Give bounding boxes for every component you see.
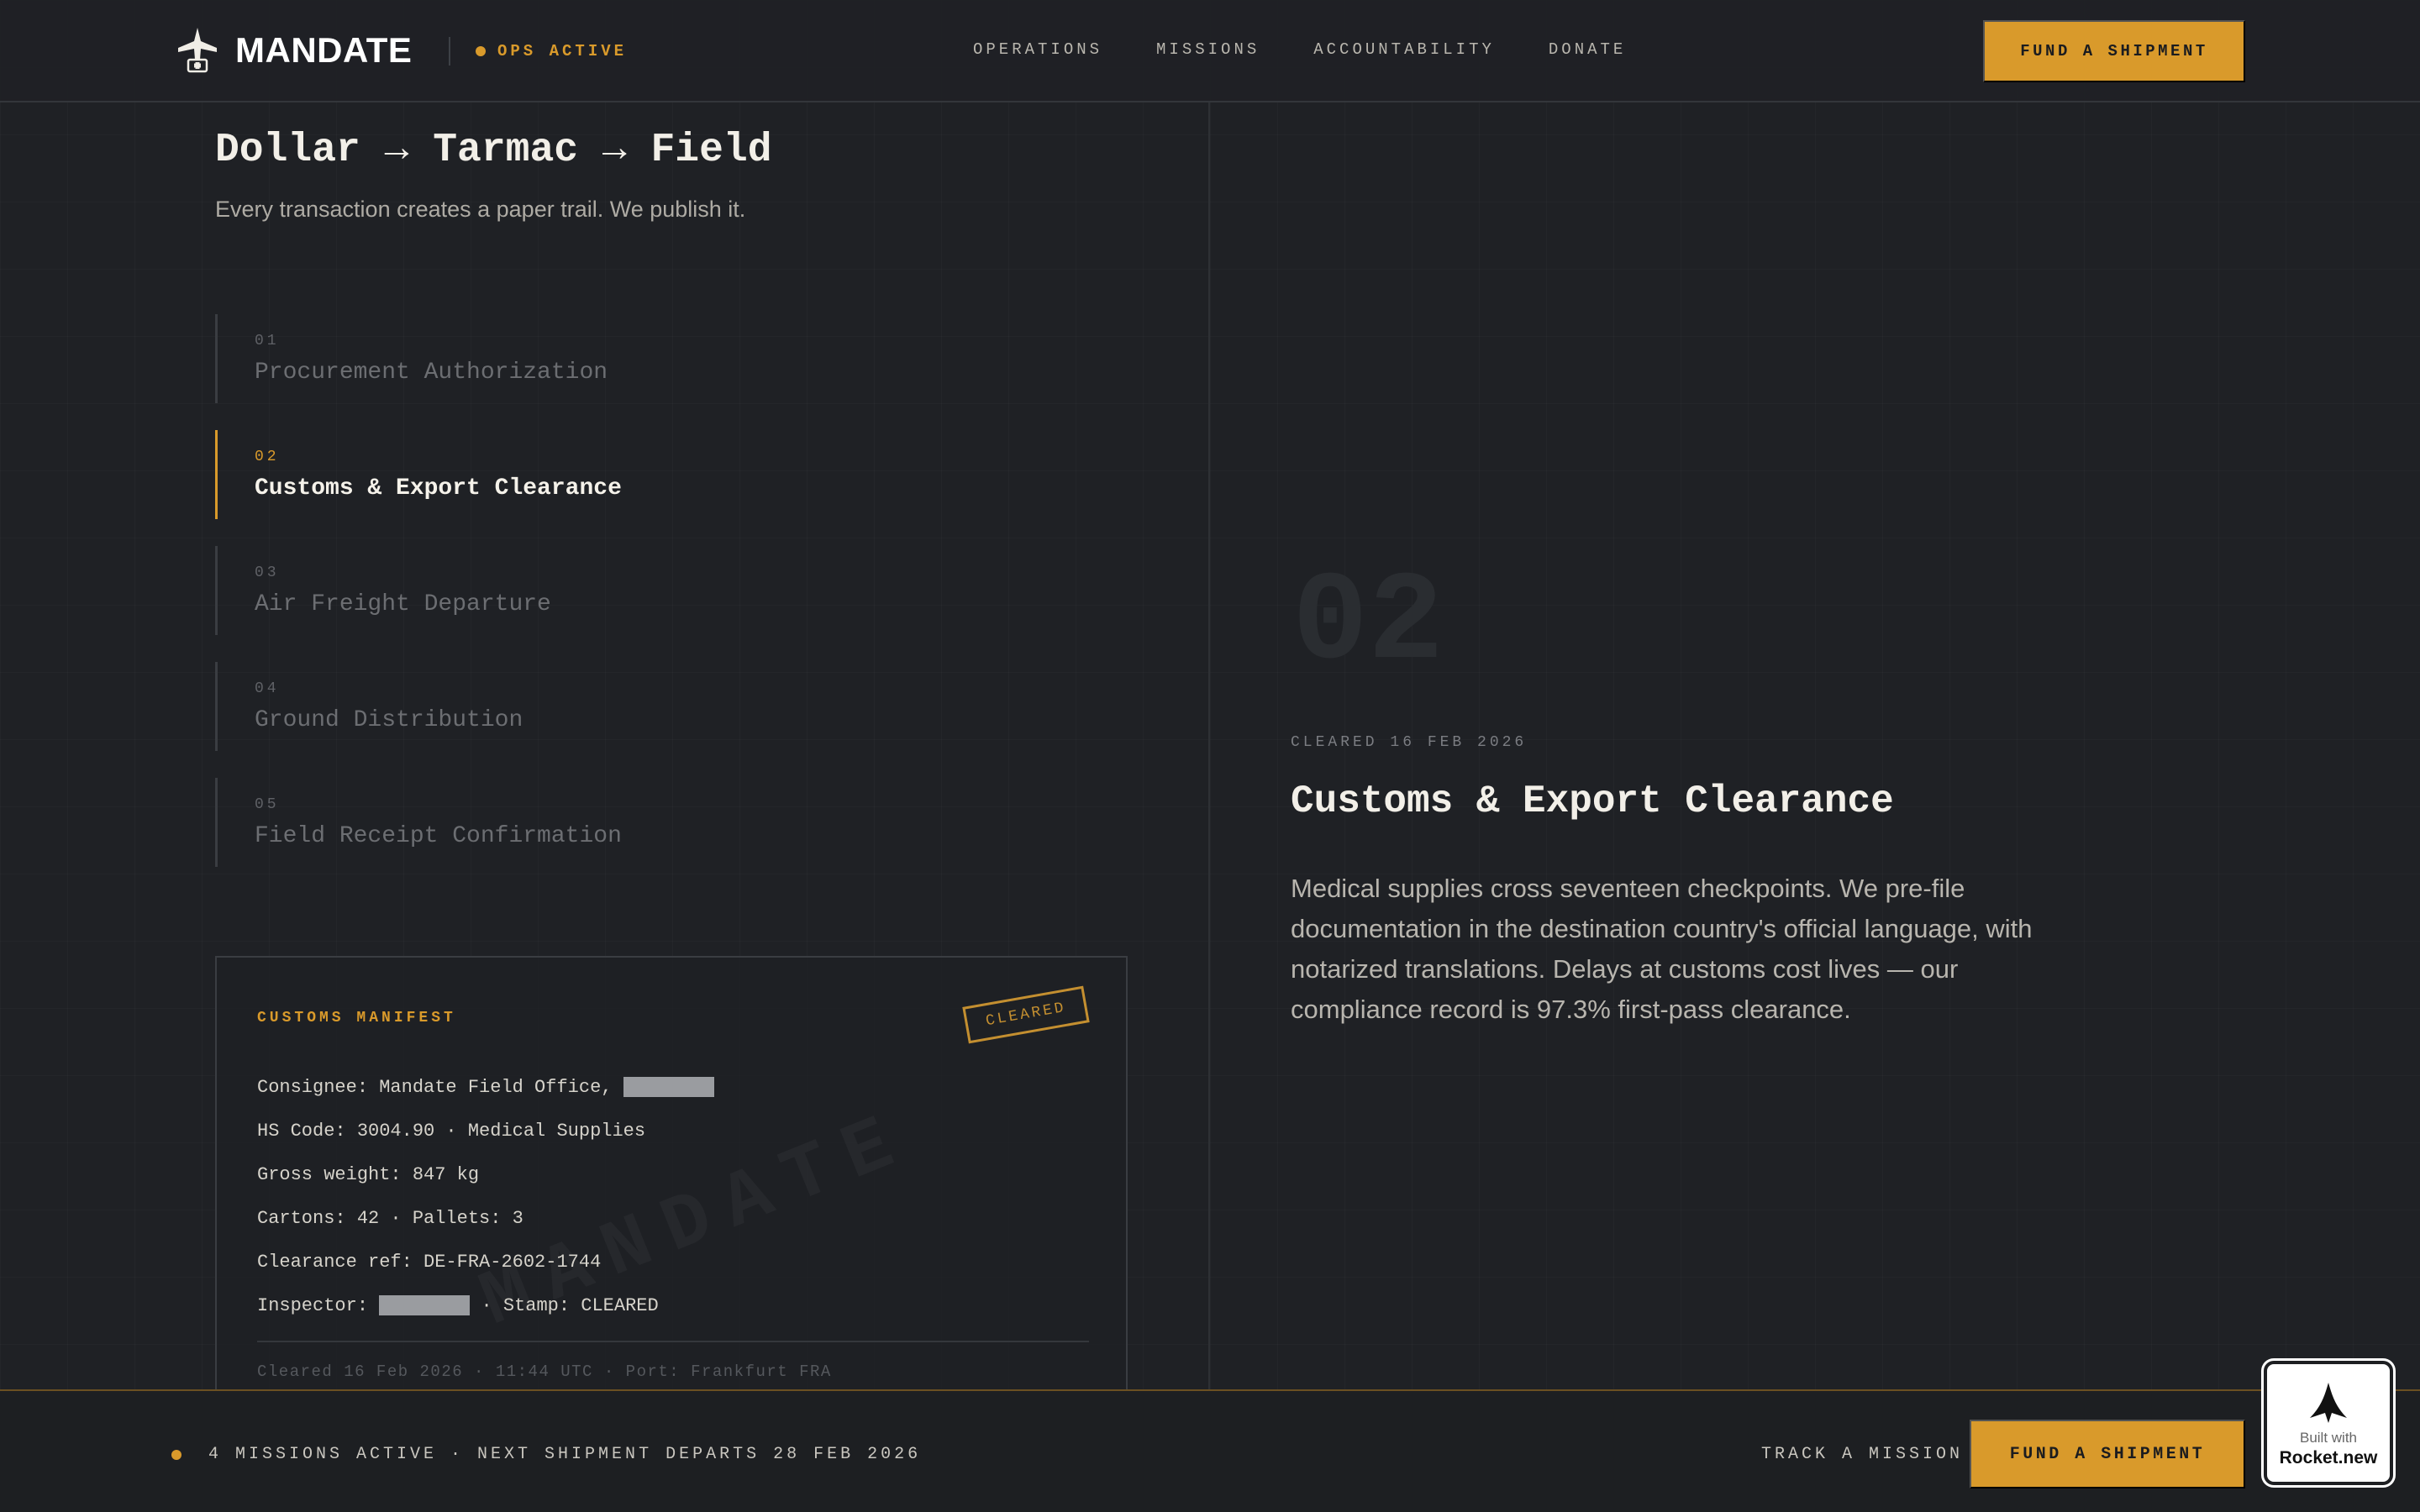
manifest-gross-weight: Gross weight: 847 kg [257, 1163, 480, 1185]
status-dot-icon [171, 1449, 182, 1460]
page-title: Dollar → Tarmac → Field [215, 128, 772, 173]
step-procurement[interactable]: 01 Procurement Authorization [215, 314, 1139, 403]
column-divider [1208, 102, 1210, 1389]
fund-shipment-bottom-button[interactable]: FUND A SHIPMENT [1970, 1420, 2245, 1488]
badge-caption: Built with [2299, 1430, 2358, 1446]
rocket-icon [2310, 1383, 2347, 1423]
process-steps: 01 Procurement Authorization 02 Customs … [215, 314, 1139, 894]
step-number: 01 [255, 333, 280, 349]
manifest-cartons: Cartons: 42 · Pallets: 3 [257, 1207, 523, 1229]
cleared-stamp: CLEARED [962, 985, 1090, 1044]
step-big-number: 02 [1292, 553, 1444, 696]
track-mission-link[interactable]: TRACK A MISSION [1761, 1445, 1963, 1464]
step-label: Ground Distribution [255, 707, 523, 733]
missions-status-text: 4 MISSIONS ACTIVE · NEXT SHIPMENT DEPART… [208, 1445, 922, 1464]
aid-plane-icon [178, 28, 217, 73]
step-number: 02 [255, 449, 280, 465]
nav-operations[interactable]: OPERATIONS [973, 40, 1102, 59]
step-ground-distribution[interactable]: 04 Ground Distribution [215, 662, 1139, 751]
detail-title: Customs & Export Clearance [1291, 780, 1894, 823]
brand-name: MANDATE [235, 30, 413, 70]
status-dot-icon [476, 46, 486, 56]
step-field-receipt[interactable]: 05 Field Receipt Confirmation [215, 778, 1139, 867]
badge-brand: Rocket.new [2279, 1448, 2378, 1467]
logo[interactable]: MANDATE [176, 25, 412, 76]
manifest-title: CUSTOMS MANIFEST [257, 1010, 456, 1026]
ops-status: OPS ACTIVE [449, 37, 627, 66]
consignee-text: Consignee: Mandate Field Office, [257, 1076, 613, 1098]
cleared-date: CLEARED 16 FEB 2026 [1291, 734, 1528, 751]
detail-body: Medical supplies cross seventeen checkpo… [1291, 874, 2033, 1024]
manifest-footer: Cleared 16 Feb 2026 · 11:44 UTC · Port: … [257, 1362, 832, 1381]
redacted-block [623, 1077, 714, 1097]
missions-status: 4 MISSIONS ACTIVE · NEXT SHIPMENT DEPART… [171, 1445, 921, 1464]
step-number: 04 [255, 680, 280, 697]
manifest-inspector: Inspector: · Stamp: CLEARED [257, 1284, 714, 1327]
bottom-bar: 4 MISSIONS ACTIVE · NEXT SHIPMENT DEPART… [0, 1389, 2420, 1512]
built-with-rocket-badge[interactable]: Built with Rocket.new [2264, 1361, 2393, 1485]
step-label: Field Receipt Confirmation [255, 823, 622, 849]
step-customs[interactable]: 02 Customs & Export Clearance [215, 430, 1139, 519]
manifest-hs-code: HS Code: 3004.90 · Medical Supplies [257, 1120, 646, 1142]
step-label: Air Freight Departure [255, 591, 551, 617]
manifest-lines: Consignee: Mandate Field Office, HS Code… [257, 1065, 714, 1327]
manifest-divider [257, 1341, 1089, 1342]
site-header: MANDATE OPS ACTIVE OPERATIONS MISSIONS A… [0, 0, 2420, 102]
manifest-consignee: Consignee: Mandate Field Office, [257, 1065, 714, 1109]
page-subtitle: Every transaction creates a paper trail.… [215, 197, 746, 222]
step-air-freight[interactable]: 03 Air Freight Departure [215, 546, 1139, 635]
nav-accountability[interactable]: ACCOUNTABILITY [1313, 40, 1495, 59]
main-nav: OPERATIONS MISSIONS ACCOUNTABILITY DONAT… [973, 40, 1626, 59]
fund-shipment-button[interactable]: FUND A SHIPMENT [1983, 20, 2245, 82]
nav-missions[interactable]: MISSIONS [1156, 40, 1260, 59]
nav-donate[interactable]: DONATE [1549, 40, 1626, 59]
ops-status-label: OPS ACTIVE [497, 42, 628, 60]
manifest-clearance-ref: Clearance ref: DE-FRA-2602-1744 [257, 1251, 602, 1273]
stamp-text: · Stamp: CLEARED [481, 1294, 659, 1316]
inspector-text: Inspector: [257, 1294, 369, 1316]
step-number: 03 [255, 564, 280, 581]
customs-manifest-card: MANDATE CUSTOMS MANIFEST CLEARED Consign… [215, 956, 1128, 1393]
step-label: Customs & Export Clearance [255, 475, 622, 501]
step-number: 05 [255, 796, 280, 813]
step-label: Procurement Authorization [255, 360, 608, 386]
redacted-block [379, 1295, 471, 1315]
